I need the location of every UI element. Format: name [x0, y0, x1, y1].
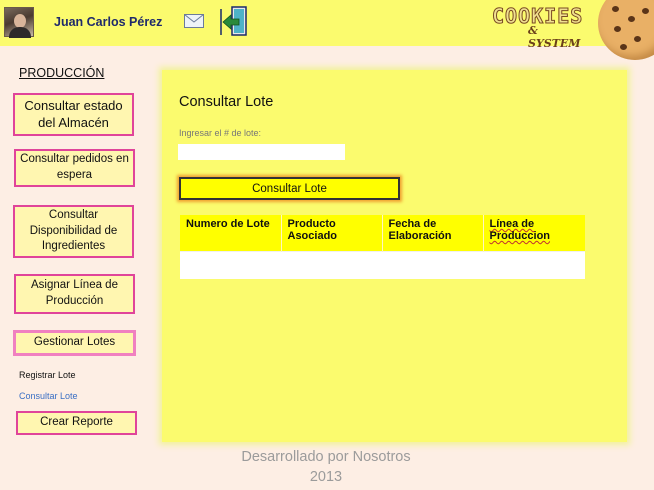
column-header-product[interactable]: Producto Asociado — [281, 215, 383, 251]
create-report-button[interactable]: Crear Reporte — [16, 411, 137, 435]
cookies-system-logo: COOKIES & SYSTEM — [490, 4, 586, 51]
table-header-row: Numero de Lote Producto Asociado Fecha d… — [180, 215, 585, 251]
user-avatar[interactable] — [4, 7, 34, 38]
avatar-body — [9, 27, 31, 38]
footer-year: 2013 — [309, 469, 343, 486]
footer-credit: Desarrollado por Nosotros — [241, 449, 411, 465]
logo-sub-text: & SYSTEM — [528, 24, 581, 50]
exit-icon[interactable] — [219, 6, 249, 38]
table-row — [180, 250, 585, 279]
avatar-face — [14, 14, 26, 28]
sidebar-subitem-query-lot[interactable]: Consultar Lote — [19, 391, 78, 401]
sidebar-item-label: Gestionar Lotes — [33, 336, 116, 349]
sidebar-item-manage-lots[interactable]: Gestionar Lotes — [13, 330, 136, 356]
sidebar-item-ingredient-availability[interactable]: Consultar Disponibilidad de Ingredientes — [13, 205, 134, 258]
column-header-date[interactable]: Fecha de Elaboración — [382, 215, 484, 251]
column-header-production-line-text: Línea de Produccion — [489, 218, 551, 242]
sidebar-subitem-register-lot[interactable]: Registrar Lote — [19, 370, 76, 380]
mail-icon[interactable] — [184, 14, 204, 28]
header-bar: Juan Carlos Pérez COOKIES & SYSTEM — [0, 0, 654, 60]
sidebar-item-warehouse-status[interactable]: Consultar estado del Almacén — [13, 93, 134, 136]
lot-number-input[interactable] — [178, 144, 345, 160]
lot-number-label: Ingresar el # de lote: — [179, 128, 262, 138]
cookie-icon — [598, 0, 654, 60]
sidebar-item-pending-orders[interactable]: Consultar pedidos en espera — [14, 149, 135, 187]
page-title: Consultar Lote — [179, 94, 274, 110]
column-header-production-line[interactable]: Línea de Produccion — [483, 215, 585, 251]
sidebar-item-label: Consultar estado del Almacén — [24, 97, 123, 130]
content-panel: Consultar Lote Ingresar el # de lote: Co… — [162, 70, 627, 442]
section-title: PRODUCCIÓN — [19, 66, 105, 80]
sidebar-item-assign-production-line[interactable]: Asignar Línea de Producción — [14, 274, 135, 314]
sidebar-item-label: Consultar pedidos en espera — [20, 153, 129, 181]
results-table: Numero de Lote Producto Asociado Fecha d… — [180, 215, 585, 279]
query-lot-button[interactable]: Consultar Lote — [179, 177, 400, 200]
sidebar-item-label: Asignar Línea de Producción — [31, 279, 118, 307]
username-label: Juan Carlos Pérez — [54, 15, 163, 29]
footer: Desarrollado por Nosotros 2013 — [226, 447, 426, 488]
table-empty-cell — [180, 250, 585, 279]
sidebar-item-label: Consultar Disponibilidad de Ingredientes — [29, 209, 118, 253]
column-header-lot-number[interactable]: Numero de Lote — [180, 215, 282, 251]
create-report-label: Crear Reporte — [40, 416, 113, 429]
